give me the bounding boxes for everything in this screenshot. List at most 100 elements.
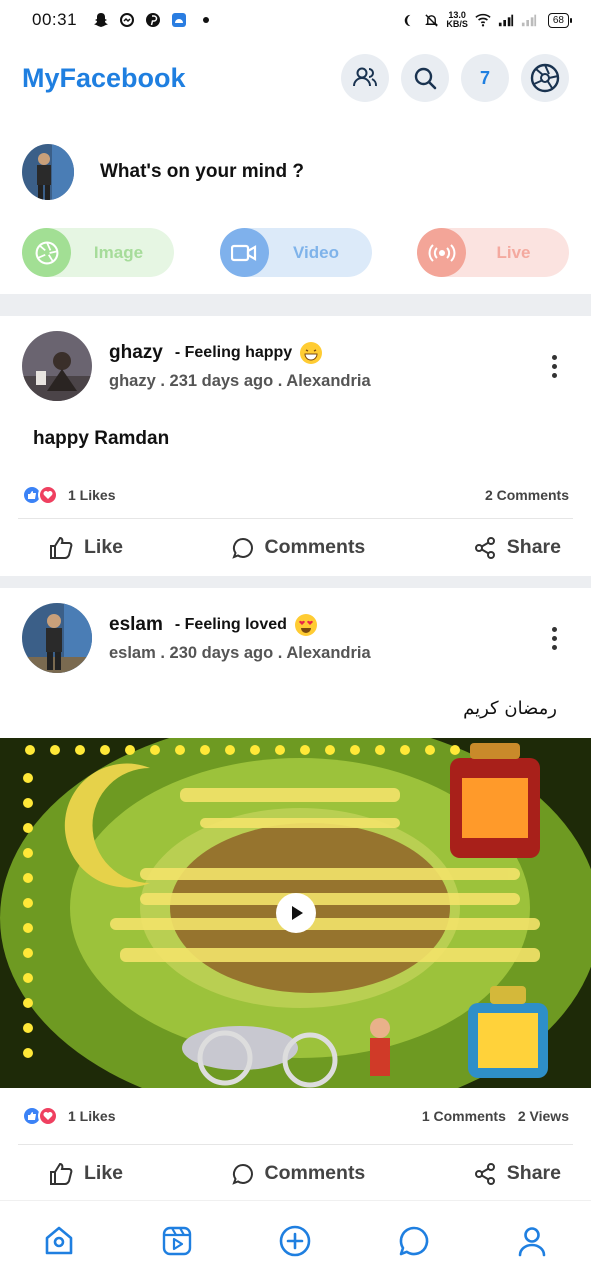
like-button[interactable]: Like xyxy=(48,535,123,561)
bottom-navigation xyxy=(0,1200,591,1280)
reels-icon xyxy=(163,1226,192,1255)
post-feeling: - Feeling loved xyxy=(174,615,287,633)
love-reaction-icon xyxy=(38,1106,58,1126)
post-header: eslam - Feeling loved eslam . 230 days a… xyxy=(0,588,591,678)
play-button[interactable] xyxy=(276,893,316,933)
live-button[interactable]: Live xyxy=(417,228,569,277)
pinterest-icon xyxy=(145,12,161,28)
aperture-icon xyxy=(22,228,71,277)
video-label: Video xyxy=(293,242,339,262)
share-label: Share xyxy=(506,536,561,558)
nav-create-post[interactable] xyxy=(270,1216,320,1266)
aperture-icon xyxy=(530,63,560,93)
post-meta: ghazy . 231 days ago . Alexandria xyxy=(109,371,371,390)
comments-button[interactable]: Comments xyxy=(231,536,366,560)
messenger-app-icon xyxy=(119,12,135,28)
reactions[interactable] xyxy=(22,1106,58,1126)
reactions[interactable] xyxy=(22,485,58,505)
thumbs-up-icon xyxy=(50,536,73,559)
post-feeling: - Feeling happy xyxy=(174,343,293,361)
like-label: Like xyxy=(84,1162,124,1184)
user-icon xyxy=(518,1226,546,1256)
moon-icon xyxy=(400,12,416,28)
status-time: 00:31 xyxy=(32,10,78,29)
post-actions: Like Comments Share xyxy=(18,518,573,576)
nav-home[interactable] xyxy=(34,1216,84,1266)
grinning-emoji-icon xyxy=(300,341,323,364)
author-avatar[interactable] xyxy=(22,331,92,401)
signal-icon xyxy=(498,12,514,28)
likes-count[interactable]: 1 Likes xyxy=(68,487,115,503)
post-divider xyxy=(0,576,591,588)
search-button[interactable] xyxy=(401,54,449,102)
comments-label: Comments xyxy=(264,1162,366,1184)
share-icon xyxy=(474,536,495,559)
video-button[interactable]: Video xyxy=(219,228,372,277)
post-video[interactable] xyxy=(0,738,591,1088)
share-button[interactable]: Share xyxy=(473,536,561,560)
post-stats: 1 Likes 2 Comments xyxy=(0,472,591,518)
comment-icon xyxy=(231,1163,253,1185)
post-text: happy Ramdan xyxy=(33,428,170,449)
app-title: MyFacebook xyxy=(22,62,186,93)
like-button[interactable]: Like xyxy=(48,1161,123,1187)
search-icon xyxy=(414,67,437,90)
post-meta: eslam . 230 days ago . Alexandria xyxy=(109,643,371,662)
post-composer: What's on your mind ? xyxy=(0,116,591,228)
image-button[interactable]: Image xyxy=(22,228,174,277)
wifi-icon xyxy=(475,12,491,28)
friends-button[interactable] xyxy=(341,54,389,102)
camera-button[interactable] xyxy=(521,54,569,102)
post-author[interactable]: ghazy xyxy=(109,342,163,364)
thumbs-up-icon xyxy=(50,1162,73,1185)
more-options-button[interactable] xyxy=(539,346,569,386)
signal-weak-icon xyxy=(521,12,537,28)
composer-prompt[interactable]: What's on your mind ? xyxy=(100,161,304,183)
bell-muted-icon xyxy=(423,12,439,28)
broadcast-icon xyxy=(417,228,466,277)
play-icon xyxy=(292,906,303,920)
post-header: ghazy - Feeling happy ghazy . 231 days a… xyxy=(0,316,591,406)
plus-circle-icon xyxy=(280,1225,311,1256)
chat-icon xyxy=(399,1226,428,1255)
author-avatar[interactable] xyxy=(22,603,92,673)
comment-icon xyxy=(231,537,253,559)
video-camera-icon xyxy=(219,228,269,277)
comments-count[interactable]: 1 Comments xyxy=(422,1108,506,1124)
share-button[interactable]: Share xyxy=(473,1162,561,1186)
love-reaction-icon xyxy=(38,485,58,505)
nav-messages[interactable] xyxy=(389,1216,439,1266)
battery-indicator: 68 xyxy=(547,12,573,28)
post-stats: 1 Likes 1 Comments 2 Views xyxy=(0,1088,591,1144)
like-label: Like xyxy=(84,536,124,558)
users-icon xyxy=(353,67,377,87)
heart-eyes-emoji-icon xyxy=(294,613,317,636)
post-actions: Like Comments Share xyxy=(18,1144,573,1202)
comments-label: Comments xyxy=(264,536,366,558)
live-label: Live xyxy=(496,242,531,262)
user-avatar[interactable] xyxy=(22,144,74,200)
status-dot xyxy=(203,17,210,23)
home-icon xyxy=(45,1226,73,1254)
status-bar: 00:31 13.0 KB/S 68 xyxy=(0,0,591,40)
image-label: Image xyxy=(93,242,144,262)
comments-count[interactable]: 2 Comments xyxy=(485,487,569,503)
app-header: MyFacebook 7 xyxy=(0,40,591,116)
share-icon xyxy=(474,1162,495,1185)
nav-profile[interactable] xyxy=(507,1216,557,1266)
post-card: eslam - Feeling loved eslam . 230 days a… xyxy=(0,588,591,1202)
share-label: Share xyxy=(506,1162,561,1184)
comments-button[interactable]: Comments xyxy=(231,1162,366,1186)
more-options-button[interactable] xyxy=(539,618,569,658)
post-author[interactable]: eslam xyxy=(109,614,163,636)
post-text: رمضان كريم xyxy=(463,697,557,719)
network-speed: 13.0 KB/S xyxy=(446,11,468,29)
section-divider xyxy=(0,294,591,316)
views-count: 2 Views xyxy=(517,1108,569,1124)
notifications-button[interactable]: 7 xyxy=(461,54,509,102)
likes-count[interactable]: 1 Likes xyxy=(68,1108,115,1124)
media-buttons: Image Video Live xyxy=(0,228,591,294)
notification-count: 7 xyxy=(479,67,490,88)
net-speed-unit: KB/S xyxy=(446,19,468,29)
nav-reels[interactable] xyxy=(152,1216,202,1266)
